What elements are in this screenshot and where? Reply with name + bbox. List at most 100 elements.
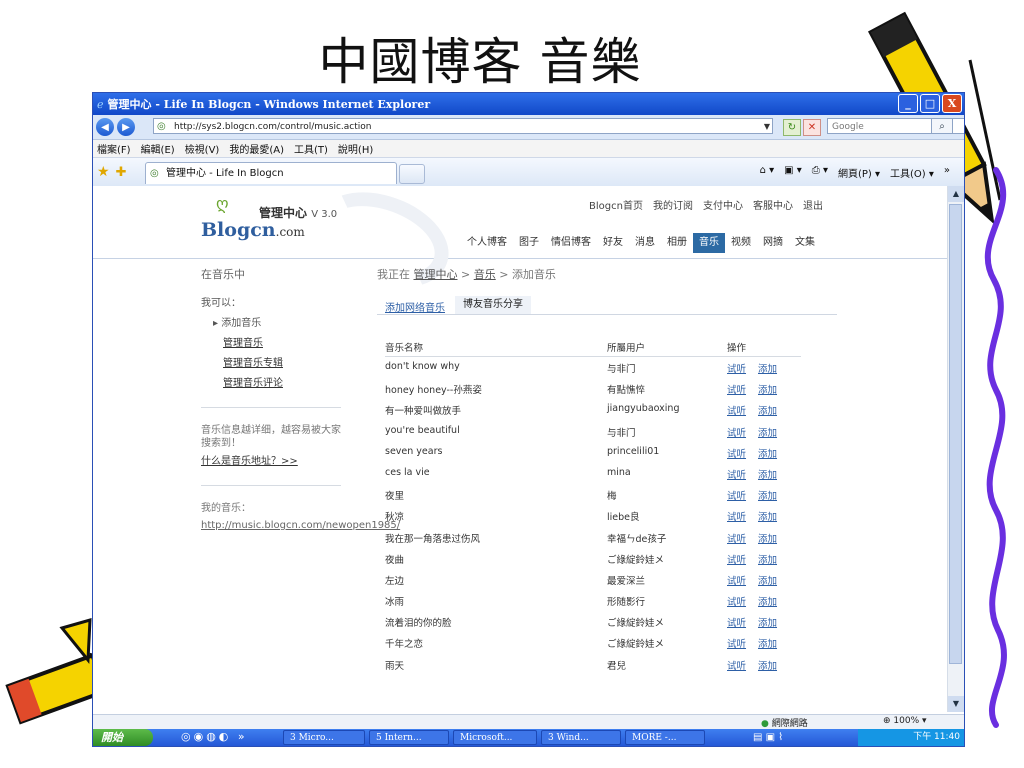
feeds-button[interactable]: ▣ ▾ (784, 165, 802, 180)
add-favorite-icon[interactable]: ✚ (116, 165, 127, 180)
forward-button[interactable]: ▶ (117, 118, 135, 136)
listen-link[interactable]: 试听 (727, 573, 746, 587)
sidebar: 在音乐中 我可以： ▸ 添加音乐 管理音乐 管理音乐专辑 管理音乐评论 音乐信息… (201, 266, 400, 532)
favorites-star-icon[interactable]: ★ (97, 164, 110, 180)
scroll-up-icon[interactable]: ▲ (948, 186, 964, 202)
close-button[interactable]: X (942, 94, 962, 113)
sidebar-help-link[interactable]: 什么是音乐地址？>> (201, 452, 341, 467)
menu-file[interactable]: 檔案(F) (97, 141, 131, 156)
menu-edit[interactable]: 編輯(E) (141, 141, 175, 156)
menu-tools[interactable]: 工具(T) (294, 141, 328, 156)
maximize-button[interactable]: □ (920, 94, 940, 113)
breadcrumb-music-link[interactable]: 音乐 (474, 268, 496, 281)
new-tab-button[interactable] (399, 164, 425, 184)
listen-link[interactable]: 试听 (727, 446, 746, 460)
add-link[interactable]: 添加 (758, 573, 777, 587)
link-payment-center[interactable]: 支付中心 (703, 197, 743, 212)
add-link[interactable]: 添加 (758, 636, 777, 650)
menu-help[interactable]: 說明(H) (338, 141, 373, 156)
listen-link[interactable]: 试听 (727, 594, 746, 608)
listen-link[interactable]: 试听 (727, 467, 746, 481)
music-user: ご綠綻鈴娃メ (607, 554, 665, 566)
scroll-thumb[interactable] (949, 204, 962, 664)
refresh-button[interactable]: ↻ (783, 119, 801, 136)
vertical-scrollbar[interactable]: ▲ ▼ (947, 186, 964, 712)
taskbar-item-word[interactable]: 3 Micro... (283, 730, 365, 745)
nav-tuzi[interactable]: 图子 (513, 233, 545, 253)
taskbar-item-more[interactable]: MORE -... (625, 730, 705, 745)
stop-button[interactable]: ✕ (803, 119, 821, 136)
link-logout[interactable]: 退出 (803, 197, 823, 212)
add-link[interactable]: 添加 (758, 446, 777, 460)
tools-menu-button[interactable]: 工具(O) ▾ (890, 165, 934, 180)
window-titlebar[interactable]: ℯ 管理中心 - Life In Blogcn - Windows Intern… (93, 93, 964, 115)
add-link[interactable]: 添加 (758, 552, 777, 566)
chevron-down-icon[interactable]: ▼ (764, 119, 770, 135)
add-link[interactable]: 添加 (758, 425, 777, 439)
listen-link[interactable]: 试听 (727, 636, 746, 650)
minimize-button[interactable]: _ (898, 94, 918, 113)
add-link[interactable]: 添加 (758, 467, 777, 481)
add-link[interactable]: 添加 (758, 531, 777, 545)
music-user: 君兒 (607, 660, 627, 672)
print-button[interactable]: ⎙ ▾ (812, 165, 828, 180)
scroll-down-icon[interactable]: ▼ (948, 696, 964, 712)
sidebar-item-add-music[interactable]: ▸ 添加音乐 (213, 314, 341, 329)
sidebar-item-manage-music[interactable]: 管理音乐 (223, 334, 341, 349)
search-icon[interactable]: ⌕ (931, 118, 953, 134)
listen-link[interactable]: 试听 (727, 509, 746, 523)
taskbar-item-explorer[interactable]: 3 Wind... (541, 730, 621, 745)
link-support-center[interactable]: 客服中心 (753, 197, 793, 212)
add-link[interactable]: 添加 (758, 658, 777, 672)
listen-link[interactable]: 试听 (727, 488, 746, 502)
start-button[interactable]: 開始 (93, 729, 153, 746)
add-link[interactable]: 添加 (758, 403, 777, 417)
add-link[interactable]: 添加 (758, 361, 777, 375)
zoom-control[interactable]: ⊕ 100% ▾ (883, 716, 927, 726)
listen-link[interactable]: 试听 (727, 361, 746, 375)
listen-link[interactable]: 试听 (727, 403, 746, 417)
music-name: honey honey--孙燕姿 (385, 385, 482, 397)
listen-link[interactable]: 试听 (727, 658, 746, 672)
address-input[interactable]: ◎ http://sys2.blogcn.com/control/music.a… (153, 118, 773, 134)
nav-personal-blog[interactable]: 个人博客 (461, 233, 513, 253)
nav-couple-blog[interactable]: 情侣博客 (545, 233, 597, 253)
more-commands-button[interactable]: » (944, 165, 950, 180)
nav-articles[interactable]: 文集 (789, 233, 821, 253)
tab-add-web-music[interactable]: 添加网络音乐 (385, 299, 445, 314)
menu-favorites[interactable]: 我的最愛(A) (229, 141, 284, 156)
link-my-subscriptions[interactable]: 我的订阅 (653, 197, 693, 212)
tab-blogcn[interactable]: ◎ 管理中心 - Life In Blogcn (145, 162, 397, 184)
add-link[interactable]: 添加 (758, 594, 777, 608)
listen-link[interactable]: 试听 (727, 615, 746, 629)
add-link[interactable]: 添加 (758, 615, 777, 629)
site-logo[interactable]: Blogcn.com (201, 219, 305, 241)
quick-launch-icons[interactable]: ◎◉◍◐ » (181, 730, 248, 743)
nav-album[interactable]: 相册 (661, 233, 693, 253)
taskbar-item-ie[interactable]: 5 Intern... (369, 730, 449, 745)
back-button[interactable]: ◀ (96, 118, 114, 136)
nav-friends[interactable]: 好友 (597, 233, 629, 253)
link-blogcn-home[interactable]: Blogcn首页 (589, 197, 643, 212)
nav-messages[interactable]: 消息 (629, 233, 661, 253)
tab-friend-music-share[interactable]: 博友音乐分享 (455, 296, 531, 314)
page-menu-button[interactable]: 網頁(P) ▾ (838, 165, 880, 180)
breadcrumb-admin-link[interactable]: 管理中心 (414, 268, 458, 281)
nav-video[interactable]: 视频 (725, 233, 757, 253)
home-button[interactable]: ⌂ ▾ (760, 165, 775, 180)
add-link[interactable]: 添加 (758, 382, 777, 396)
listen-link[interactable]: 试听 (727, 552, 746, 566)
nav-music[interactable]: 音乐 (693, 233, 725, 253)
sidebar-item-manage-albums[interactable]: 管理音乐专辑 (223, 354, 341, 369)
taskbar-item-powerpoint[interactable]: Microsoft... (453, 730, 537, 745)
listen-link[interactable]: 试听 (727, 531, 746, 545)
nav-bookmarks[interactable]: 网摘 (757, 233, 789, 253)
tray-extra-icons[interactable]: ▤ ▣ ⌇ (753, 729, 783, 746)
listen-link[interactable]: 试听 (727, 425, 746, 439)
listen-link[interactable]: 试听 (727, 382, 746, 396)
sidebar-my-music-url[interactable]: http://music.blogcn.com/newopen1985/ (201, 519, 400, 532)
add-link[interactable]: 添加 (758, 509, 777, 523)
add-link[interactable]: 添加 (758, 488, 777, 502)
sidebar-item-manage-comments[interactable]: 管理音乐评论 (223, 374, 341, 389)
menu-view[interactable]: 檢視(V) (185, 141, 220, 156)
